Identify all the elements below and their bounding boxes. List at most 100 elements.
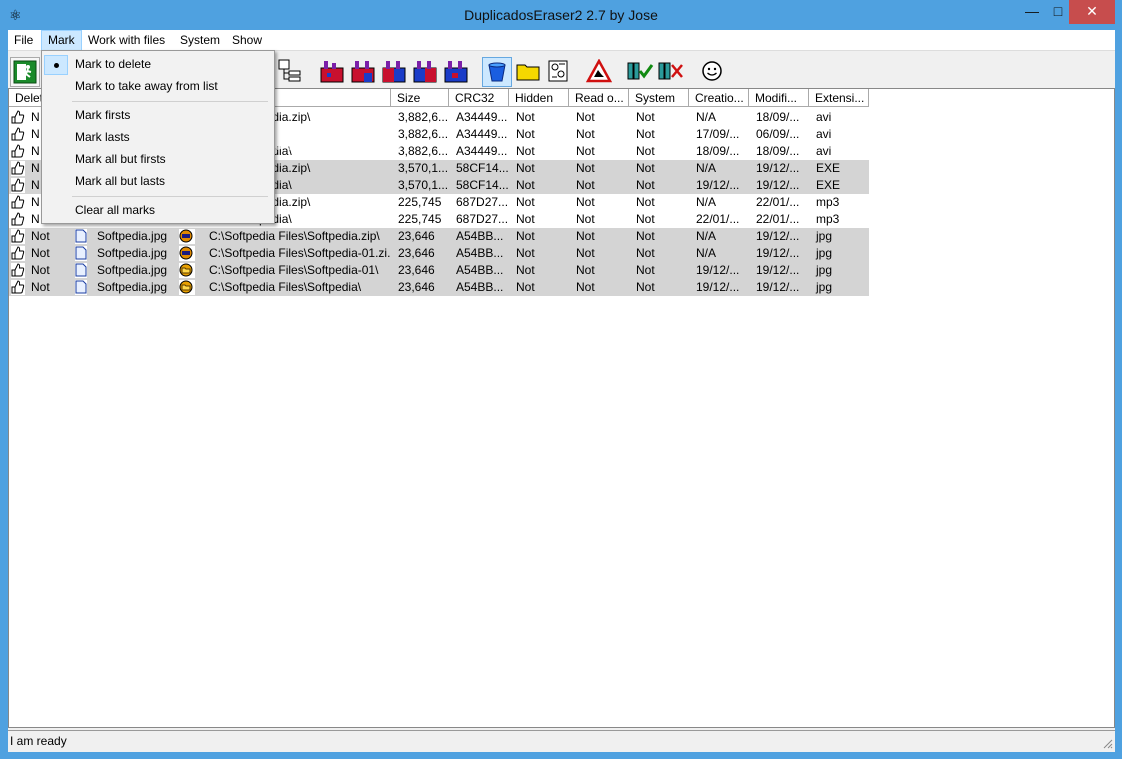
delete-status-text: N [31,110,40,124]
status-bar: I am ready [8,730,1115,751]
cell-created: 19/12/... [689,177,749,194]
column-header-system[interactable]: System [629,89,689,107]
menu-work-with-files[interactable]: Work with files [82,30,171,50]
factory-red-icon [320,61,344,83]
exit-button[interactable] [10,57,40,87]
bucket-button[interactable] [482,57,512,87]
column-header-readonly[interactable]: Read o... [569,89,629,107]
column-header-crc32[interactable]: CRC32 [449,89,509,107]
menu-item-label: Mark to delete [75,57,152,71]
thumbs-up-icon[interactable] [11,212,25,227]
menu-item-mark-firsts[interactable]: Mark firsts [42,104,272,126]
close-button[interactable]: ✕ [1069,0,1115,24]
cell-readonly: Not [569,177,629,194]
cell-system: Not [629,177,689,194]
thumbs-up-icon[interactable] [11,195,25,210]
factory-button-4[interactable] [411,57,439,85]
thumbs-up-icon[interactable] [11,280,25,295]
cell-created: 17/09/... [696,127,740,141]
menu-separator [72,101,268,102]
table-row[interactable]: Not Softpedia.jpg C:\Softpedia Files\Softp… [9,279,869,296]
menu-mark[interactable]: Mark [41,30,82,52]
factory-button-1[interactable] [318,57,346,85]
cell-modified: 18/09/... [756,110,800,124]
factory-button-2[interactable] [349,57,377,85]
settings-button[interactable] [544,57,572,85]
minimize-button[interactable]: — [1018,0,1046,24]
about-button[interactable] [698,57,726,85]
cell-size: 23,646 [391,245,449,262]
file-icon [75,280,87,295]
cell-system: Not [629,160,689,177]
cell-crc: A54BB... [449,228,509,245]
cell-system: Not [629,262,689,279]
menu-item-mark-to-take-away[interactable]: Mark to take away from list [42,75,272,97]
column-header-created[interactable]: Creatio... [689,89,749,107]
warning-button[interactable] [585,57,613,85]
menu-item-clear-all-marks[interactable]: Clear all marks [42,199,272,221]
menu-item-mark-all-but-firsts[interactable]: Mark all but firsts [42,148,272,170]
column-header-hidden[interactable]: Hidden [509,89,569,107]
thumbs-up-icon[interactable] [11,263,25,278]
table-row[interactable]: Not Softpedia.jpg C:\Softpedia Files\Softp… [9,245,869,262]
title-bar[interactable]: ⚛ DuplicadosEraser2 2.7 by Jose — □ ✕ [0,0,1122,30]
column-header-size[interactable]: Size [391,89,449,107]
cell-crc: A54BB... [449,279,509,296]
cell-readonly: Not [576,127,595,141]
cell-path: C:\Softpedia Files\Softpedia\ [177,279,391,296]
thumbs-up-icon[interactable] [11,110,25,125]
cell-name: Softpedia.jpg [71,262,177,279]
cell-ext: mp3 [816,212,840,226]
thumbs-up-icon[interactable] [11,161,25,176]
thumbs-up-icon[interactable] [11,144,25,159]
cell-modified: 22/01/... [756,212,800,226]
thumbs-up-icon[interactable] [11,246,25,261]
columns-cross-icon [658,62,683,80]
maximize-button[interactable]: □ [1044,0,1072,24]
resize-grip-icon[interactable] [1101,737,1113,749]
cell-system: Not [636,212,655,226]
tree-view-button[interactable] [276,57,304,85]
cell-readonly: Not [569,160,629,177]
cell-path: C:\Softpedia Files\Softpedia.zip\ [177,228,391,245]
menu-system[interactable]: System [174,30,226,50]
menu-file[interactable]: File [8,30,39,50]
menu-show[interactable]: Show [226,30,268,50]
radio-dot-icon [54,63,59,68]
menu-item-mark-to-delete[interactable]: Mark to delete [42,53,272,75]
delete-status-text: N [31,127,40,141]
cell-modified: 19/12/... [749,279,809,296]
thumbs-up-icon[interactable] [11,178,25,193]
menu-item-mark-all-but-lasts[interactable]: Mark all but lasts [42,170,272,192]
menu-item-mark-lasts[interactable]: Mark lasts [42,126,272,148]
file-icon [75,246,87,261]
cell-delete: Not [9,279,71,296]
cell-ext: avi [816,110,832,124]
column-header-modified[interactable]: Modifi... [749,89,809,107]
cell-hidden: Not [509,177,569,194]
tree-view-icon [278,59,301,82]
cell-delete: Not [9,228,71,245]
column-header-extension[interactable]: Extensi... [809,89,869,107]
warning-icon [586,59,612,83]
cell-hidden: Not [516,110,535,124]
bucket-icon [488,62,506,82]
factory-button-5[interactable] [442,57,470,85]
table-row[interactable]: Not Softpedia.jpg C:\Softpedia Files\Softp… [9,262,869,279]
cell-readonly: Not [569,245,629,262]
table-row[interactable]: Not Softpedia.jpg C:\Softpedia Files\Softp… [9,228,869,245]
cell-size: 225,745 [398,195,442,209]
factory-button-3[interactable] [380,57,408,85]
open-folder-button[interactable] [514,57,542,85]
status-text: I am ready [10,734,67,748]
mark-cross-button[interactable] [657,57,685,85]
cell-ext: jpg [809,245,869,262]
mark-menu-dropdown: Mark to delete Mark to take away from li… [41,50,275,224]
cell-system: Not [629,279,689,296]
thumbs-up-icon[interactable] [11,229,25,244]
mark-check-button[interactable] [626,57,654,85]
cell-crc: 687D27... [456,195,509,209]
cell-readonly: Not [576,212,595,226]
thumbs-up-icon[interactable] [11,127,25,142]
cell-crc: 58CF14... [449,177,509,194]
